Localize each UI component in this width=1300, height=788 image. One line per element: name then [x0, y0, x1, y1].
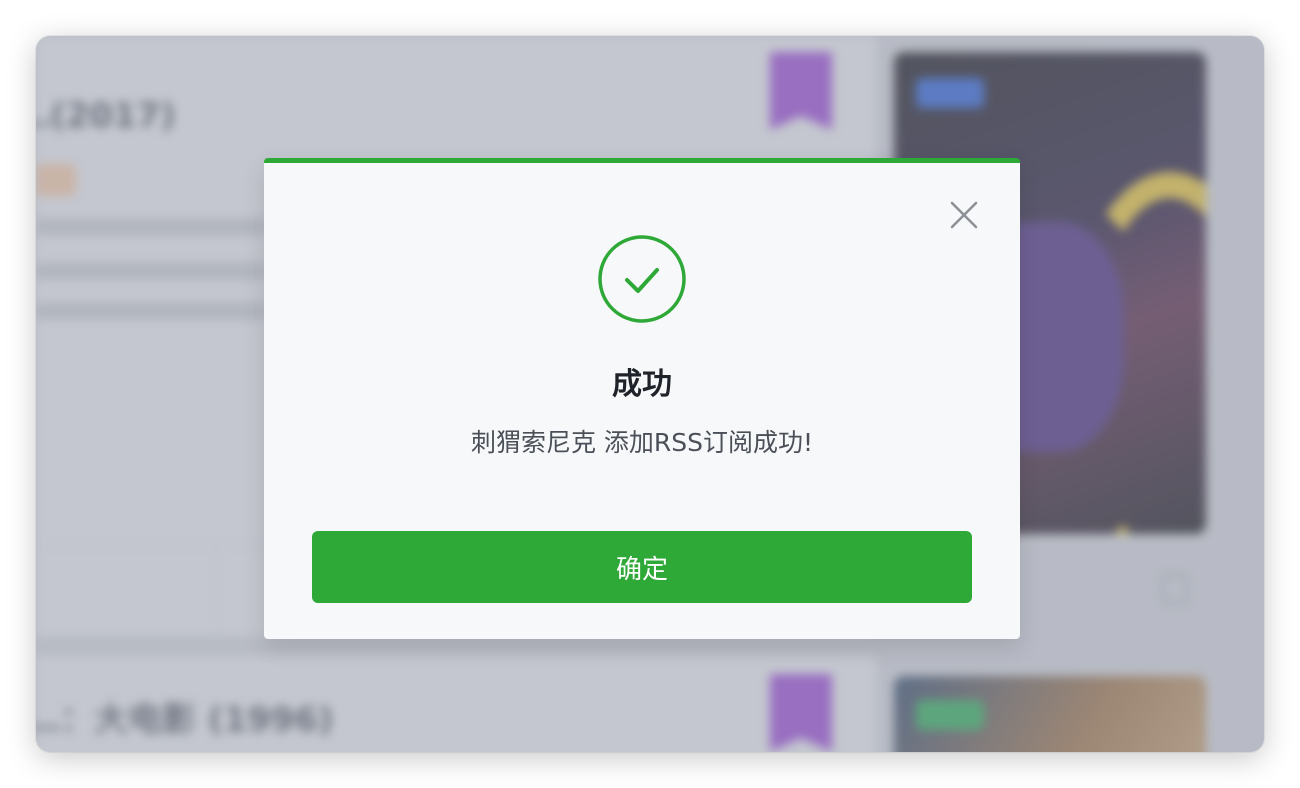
- close-icon: [950, 201, 978, 229]
- confirm-button[interactable]: 确定: [312, 531, 972, 603]
- success-dialog: 成功 刺猬索尼克 添加RSS订阅成功! 确定: [264, 158, 1020, 639]
- dialog-message: 刺猬索尼克 添加RSS订阅成功!: [470, 428, 814, 457]
- close-button[interactable]: [948, 199, 980, 231]
- check-circle-icon: [598, 235, 686, 323]
- dialog-title: 成功: [612, 367, 672, 402]
